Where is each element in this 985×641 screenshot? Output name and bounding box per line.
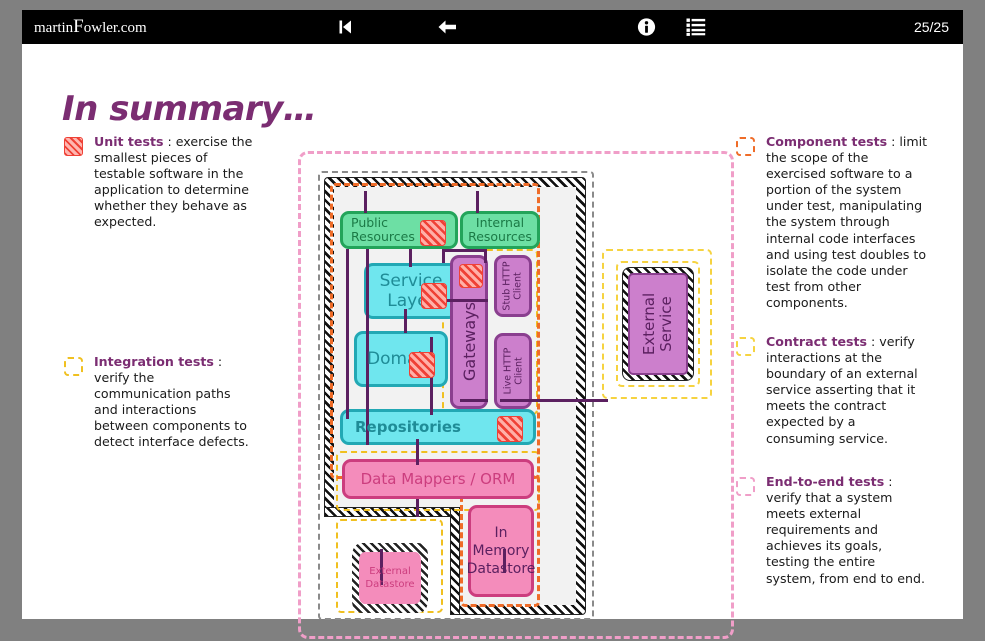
external-datastore-label-line1: External <box>369 566 411 577</box>
gateways-label: Gateways <box>459 301 479 381</box>
legend-text: Unit tests : exercise the smallest piece… <box>94 134 254 231</box>
application-hatched-step-side <box>450 507 460 615</box>
internal-resources-box[interactable]: Internal Resources <box>460 211 540 249</box>
repositories-label: Repositories <box>355 418 461 436</box>
repositories-box[interactable]: Repositories <box>340 409 536 445</box>
external-datastore-cylinder[interactable]: External Datastore <box>352 543 428 613</box>
legend-term: Integration tests <box>94 354 214 369</box>
live-http-client-label-line2: Client <box>513 357 525 385</box>
connector <box>364 191 367 213</box>
stub-http-client-box[interactable]: Stub HTTP Client <box>494 255 532 317</box>
component-tests-swatch-icon <box>736 137 755 156</box>
unit-test-marker-icon <box>421 283 447 309</box>
external-datastore-label-line2: Datastore <box>365 579 415 590</box>
live-http-client-label-line1: Live HTTP <box>502 347 514 395</box>
connector <box>416 499 419 517</box>
stub-http-client-label-line1: Stub HTTP <box>502 261 514 311</box>
legend-body: : verify interactions at the boundary of… <box>766 334 918 446</box>
connector <box>476 191 479 213</box>
brand-capital: F <box>73 16 84 37</box>
public-resources-label-line2: Resources <box>351 229 415 244</box>
connector <box>366 249 369 445</box>
unit-test-marker-icon <box>459 264 483 288</box>
external-service-label-line2: Service <box>657 296 676 352</box>
internal-resources-label-line2: Resources <box>468 229 532 244</box>
legend-item-contract-tests: Contract tests : verify interactions at … <box>736 334 928 447</box>
legend-term: Contract tests <box>766 334 868 349</box>
brand-logo[interactable]: martinFowler.com <box>34 16 147 38</box>
top-toolbar: martinFowler.com 25/25 <box>22 10 963 44</box>
legend-term: End-to-end tests <box>766 474 885 489</box>
legend-text: Component tests : limit the scope of the… <box>766 134 928 311</box>
unit-tests-swatch-icon <box>64 137 83 156</box>
page-indicator: 25/25 <box>913 19 949 35</box>
in-memory-datastore-box[interactable]: In Memory Datastore <box>466 505 536 597</box>
end-to-end-tests-swatch-icon <box>736 477 755 496</box>
in-memory-datastore-label-line3: Datastore <box>466 561 536 577</box>
skip-to-start-icon[interactable] <box>335 17 355 37</box>
legend-term: Component tests <box>766 134 888 149</box>
legend-term: Unit tests <box>94 134 164 149</box>
brand-suffix: owler.com <box>83 20 147 36</box>
stub-http-client-label-line2: Client <box>513 272 525 300</box>
connector <box>409 249 412 267</box>
in-memory-datastore-label-line1: In <box>494 525 508 541</box>
public-resources-box[interactable]: Public Resources <box>340 211 458 249</box>
contract-tests-swatch-icon <box>736 337 755 356</box>
legend-item-end-to-end-tests: End-to-end tests : verify that a system … <box>736 474 928 587</box>
legend-item-integration-tests: Integration tests : verify the communica… <box>64 354 254 451</box>
internal-resources-label-line1: Internal <box>475 215 525 230</box>
connector <box>484 249 487 263</box>
legend-body: : verify that a system meets external re… <box>766 474 925 586</box>
legend-text: Integration tests : verify the communica… <box>94 354 254 451</box>
connector <box>460 399 488 402</box>
live-http-client-box[interactable]: Live HTTP Client <box>494 333 532 409</box>
page-title: In summary… <box>62 88 317 129</box>
service-layer-box[interactable]: Service Layer <box>364 263 458 319</box>
legend-text: Contract tests : verify interactions at … <box>766 334 928 447</box>
legend-item-component-tests: Component tests : limit the scope of the… <box>736 134 928 311</box>
connector <box>346 249 349 419</box>
test-scope-diagram: Public Resources Internal Resources Serv… <box>298 151 734 639</box>
external-service-box[interactable]: External Service <box>628 273 688 375</box>
brand-prefix: martin <box>34 20 74 36</box>
legend-text: End-to-end tests : verify that a system … <box>766 474 928 587</box>
connector <box>416 439 419 465</box>
public-resources-label-line1: Public <box>351 215 388 230</box>
connector <box>404 309 407 333</box>
external-service-label-line1: External <box>640 292 659 356</box>
unit-test-marker-icon <box>497 416 523 442</box>
connector <box>500 399 608 402</box>
in-memory-datastore-label-line2: Memory <box>472 543 530 559</box>
connector <box>442 249 486 252</box>
slide-canvas: In summary… Unit tests : exercise the sm… <box>22 44 963 639</box>
list-menu-icon[interactable] <box>686 18 706 37</box>
gateways-box[interactable]: Gateways <box>450 255 488 409</box>
integration-tests-swatch-icon <box>64 357 83 376</box>
data-mappers-orm-label: Data Mappers / ORM <box>360 470 516 488</box>
legend-body: : limit the scope of the exercised softw… <box>766 134 928 310</box>
back-arrow-icon[interactable] <box>435 17 459 37</box>
unit-test-marker-icon <box>420 220 446 246</box>
data-mappers-orm-box[interactable]: Data Mappers / ORM <box>342 459 534 499</box>
legend-item-unit-tests: Unit tests : exercise the smallest piece… <box>64 134 254 231</box>
info-icon[interactable] <box>637 18 656 37</box>
unit-test-marker-icon <box>409 352 435 378</box>
